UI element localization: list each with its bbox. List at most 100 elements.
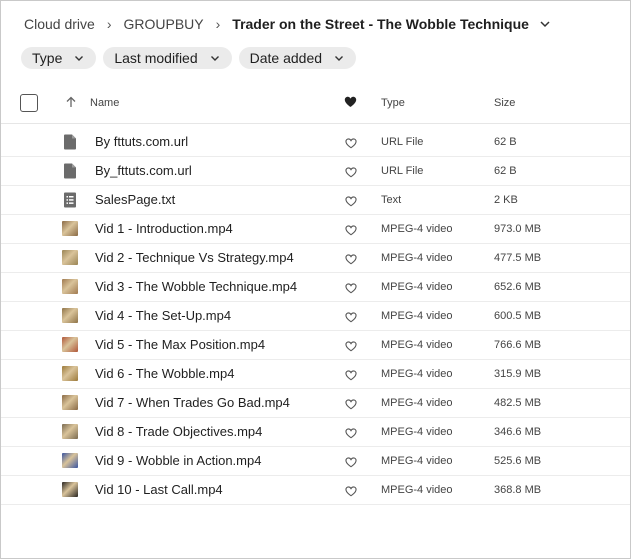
video-thumbnail <box>62 279 78 294</box>
favorite-heart-icon[interactable] <box>345 484 357 497</box>
file-size: 525.6 MB <box>494 455 542 467</box>
column-header-type[interactable]: Type <box>381 97 405 109</box>
text-file-icon <box>63 192 77 208</box>
video-thumbnail <box>62 337 78 352</box>
file-name[interactable]: By fttuts.com.url <box>95 134 188 149</box>
favorite-heart-icon[interactable] <box>345 194 357 207</box>
file-row[interactable]: SalesPage.txt Text 2 KB <box>1 186 630 215</box>
chevron-down-icon <box>210 56 219 61</box>
file-size: 973.0 MB <box>494 223 542 235</box>
file-size: 477.5 MB <box>494 252 542 264</box>
file-row[interactable]: Vid 2 - Technique Vs Strategy.mp4 MPEG-4 … <box>1 244 630 273</box>
generic-file-icon <box>63 134 77 150</box>
favorite-heart-icon[interactable] <box>345 252 357 265</box>
file-name[interactable]: Vid 2 - Technique Vs Strategy.mp4 <box>95 250 294 265</box>
file-row[interactable]: Vid 7 - When Trades Go Bad.mp4 MPEG-4 vid… <box>1 389 630 418</box>
favorite-heart-icon[interactable] <box>345 455 357 468</box>
file-name[interactable]: Vid 3 - The Wobble Technique.mp4 <box>95 279 297 294</box>
file-row[interactable]: Vid 6 - The Wobble.mp4 MPEG-4 video 315.9 … <box>1 360 630 389</box>
file-row[interactable]: Vid 5 - The Max Position.mp4 MPEG-4 video… <box>1 331 630 360</box>
favorite-heart-icon[interactable] <box>345 136 357 149</box>
column-header-name[interactable]: Name <box>90 97 119 109</box>
file-name[interactable]: Vid 5 - The Max Position.mp4 <box>95 337 265 352</box>
filter-date-added-button[interactable]: Date added <box>238 47 357 69</box>
favorite-filled-icon[interactable] <box>344 96 357 108</box>
file-size: 315.9 MB <box>494 368 542 380</box>
video-thumbnail <box>62 482 78 497</box>
favorite-heart-icon[interactable] <box>345 165 357 178</box>
file-name[interactable]: Vid 6 - The Wobble.mp4 <box>95 366 234 381</box>
favorite-heart-icon[interactable] <box>345 281 357 294</box>
file-type: MPEG-4 video <box>381 223 453 235</box>
file-row[interactable]: Vid 4 - The Set-Up.mp4 MPEG-4 video 600.5 … <box>1 302 630 331</box>
file-type: Text <box>381 194 402 206</box>
chevron-down-icon[interactable] <box>539 18 551 30</box>
filter-type-label: Type <box>32 50 63 66</box>
video-thumbnail <box>62 308 78 323</box>
file-type: MPEG-4 video <box>381 368 453 380</box>
file-name[interactable]: Vid 9 - Wobble in Action.mp4 <box>95 453 261 468</box>
file-size: 346.6 MB <box>494 426 542 438</box>
chevron-down-icon <box>75 56 84 61</box>
file-name[interactable]: By_fttuts.com.url <box>95 163 192 178</box>
favorite-heart-icon[interactable] <box>345 397 357 410</box>
file-size: 368.8 MB <box>494 484 542 496</box>
filter-last-modified-button[interactable]: Last modified <box>103 47 232 69</box>
file-row[interactable]: By fttuts.com.url URL File 62 B <box>1 128 630 157</box>
video-thumbnail <box>62 366 78 381</box>
favorite-heart-icon[interactable] <box>345 310 357 323</box>
video-thumbnail <box>62 221 78 236</box>
file-type: MPEG-4 video <box>381 281 453 293</box>
file-name[interactable]: Vid 8 - Trade Objectives.mp4 <box>95 424 262 439</box>
file-row[interactable]: Vid 10 - Last Call.mp4 MPEG-4 video 368.8 … <box>1 476 630 505</box>
file-type: MPEG-4 video <box>381 426 453 438</box>
file-name[interactable]: Vid 4 - The Set-Up.mp4 <box>95 308 231 323</box>
favorite-heart-icon[interactable] <box>345 223 357 236</box>
file-name[interactable]: Vid 7 - When Trades Go Bad.mp4 <box>95 395 290 410</box>
file-size: 600.5 MB <box>494 310 542 322</box>
file-row[interactable]: Vid 1 - Introduction.mp4 MPEG-4 video 973.… <box>1 215 630 244</box>
filter-bar: Type Last modified Date added <box>21 47 357 69</box>
breadcrumb-groupbuy[interactable]: GROUPBUY <box>124 16 204 32</box>
file-row[interactable]: By_fttuts.com.url URL File 62 B <box>1 157 630 186</box>
chevron-right-icon: › <box>106 16 112 32</box>
file-browser-window: Cloud drive › GROUPBUY › Trader on the S… <box>0 0 631 559</box>
chevron-down-icon <box>335 56 344 61</box>
file-type: MPEG-4 video <box>381 310 453 322</box>
file-list: By fttuts.com.url URL File 62 B By_fttuts.c… <box>1 128 630 505</box>
file-size: 62 B <box>494 136 517 148</box>
sort-ascending-icon[interactable] <box>65 96 77 108</box>
breadcrumb-current-folder[interactable]: Trader on the Street - The Wobble Techni… <box>232 16 529 32</box>
file-type: MPEG-4 video <box>381 252 453 264</box>
favorite-heart-icon[interactable] <box>345 339 357 352</box>
column-header-size[interactable]: Size <box>494 97 515 109</box>
file-size: 766.6 MB <box>494 339 542 351</box>
breadcrumb-cloud-drive[interactable]: Cloud drive <box>24 16 95 32</box>
file-size: 652.6 MB <box>494 281 542 293</box>
file-size: 2 KB <box>494 194 518 206</box>
file-type: MPEG-4 video <box>381 455 453 467</box>
file-name[interactable]: Vid 1 - Introduction.mp4 <box>95 221 233 236</box>
filter-last-modified-label: Last modified <box>114 50 198 66</box>
file-type: MPEG-4 video <box>381 339 453 351</box>
table-header: Name Type Size <box>1 87 630 124</box>
favorite-heart-icon[interactable] <box>345 368 357 381</box>
filter-type-button[interactable]: Type <box>21 47 97 69</box>
filter-date-added-label: Date added <box>249 50 323 66</box>
select-all-checkbox[interactable] <box>20 94 38 112</box>
file-name[interactable]: SalesPage.txt <box>95 192 175 207</box>
generic-file-icon <box>63 163 77 179</box>
chevron-right-icon: › <box>215 16 221 32</box>
file-size: 62 B <box>494 165 517 177</box>
breadcrumb: Cloud drive › GROUPBUY › Trader on the S… <box>24 15 551 33</box>
file-type: URL File <box>381 165 424 177</box>
video-thumbnail <box>62 250 78 265</box>
video-thumbnail <box>62 424 78 439</box>
favorite-heart-icon[interactable] <box>345 426 357 439</box>
file-row[interactable]: Vid 8 - Trade Objectives.mp4 MPEG-4 video… <box>1 418 630 447</box>
file-size: 482.5 MB <box>494 397 542 409</box>
file-name[interactable]: Vid 10 - Last Call.mp4 <box>95 482 223 497</box>
file-row[interactable]: Vid 9 - Wobble in Action.mp4 MPEG-4 video… <box>1 447 630 476</box>
file-row[interactable]: Vid 3 - The Wobble Technique.mp4 MPEG-4 v… <box>1 273 630 302</box>
video-thumbnail <box>62 453 78 468</box>
